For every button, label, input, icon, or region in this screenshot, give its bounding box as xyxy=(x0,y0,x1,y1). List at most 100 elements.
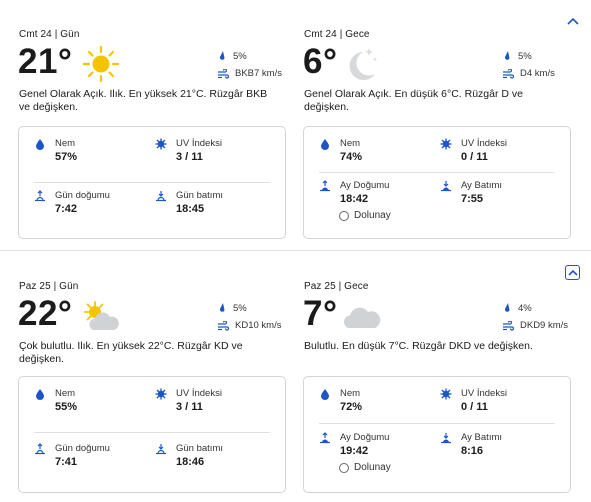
uv-value: 3 / 11 xyxy=(176,401,203,413)
precip-value: 5% xyxy=(233,302,247,314)
night-panel: Cmt 24 | Gece 6° 5% D4 km/s Genel Olarak… xyxy=(285,0,572,250)
details-card: Nem 55% UV İndeksi 3 / 11 Gün doğumu 7:4… xyxy=(18,376,286,493)
wind-value: D4 km/s xyxy=(520,68,555,79)
uv-icon xyxy=(155,388,167,400)
humidity-icon xyxy=(321,139,329,150)
details-card: Nem 72% UV İndeksi 0 / 11 Ay Doğumu 19:4… xyxy=(303,376,571,493)
precip-value: 5% xyxy=(518,50,532,62)
period-label: Paz 25 | Gün xyxy=(19,281,79,292)
moon-phase-icon xyxy=(339,462,349,473)
card-divider xyxy=(319,172,555,173)
night-panel: Paz 25 | Gece 7° 4% DKD9 km/s Bulutlu. E… xyxy=(285,251,572,502)
wind-icon xyxy=(503,320,514,331)
wind-value: BKB7 km/s xyxy=(235,68,282,79)
uv-label: UV İndeksi xyxy=(461,388,507,399)
precip-chance: 5% xyxy=(217,302,247,314)
humidity-label: Nem xyxy=(55,138,76,149)
uv-value: 3 / 11 xyxy=(176,151,203,163)
temperature: 7° xyxy=(303,294,338,333)
moonrise-icon xyxy=(320,432,330,444)
sunrise-icon xyxy=(35,443,45,455)
forecast-description: Genel Olarak Açık. En düşük 6°C. Rüzgâr … xyxy=(304,88,523,113)
card-divider xyxy=(319,423,555,424)
moon-phase-icon xyxy=(339,210,349,221)
sunset-icon xyxy=(156,444,166,455)
temperature: 6° xyxy=(303,42,338,81)
day-panel: Cmt 24 | Gün 21° 5% BKB7 km/s Genel Olar… xyxy=(0,0,287,250)
wind-value: KD10 km/s xyxy=(235,320,282,331)
forecast-description: Genel Olarak Açık. Ilık. En yüksek 21°C.… xyxy=(19,88,268,113)
card-divider xyxy=(34,182,270,183)
uv-label: UV İndeksi xyxy=(176,138,222,149)
moonset-icon xyxy=(441,433,451,444)
wind-icon xyxy=(218,68,229,79)
sunset-label: Gün batımı xyxy=(176,190,223,201)
moon-phase-label: Dolunay xyxy=(354,210,391,221)
wind: DKD9 km/s xyxy=(502,320,568,331)
forecast-description: Çok bulutlu. Ilık. En yüksek 22°C. Rüzgâ… xyxy=(19,340,243,365)
uv-label: UV İndeksi xyxy=(176,388,222,399)
forecast-description: Bulutlu. En düşük 7°C. Rüzgâr DKD ve değ… xyxy=(304,340,533,352)
temperature: 21° xyxy=(18,42,73,81)
uv-value: 0 / 11 xyxy=(461,151,488,163)
sunrise-icon xyxy=(35,190,45,202)
moonset-label: Ay Batımı xyxy=(461,180,503,191)
card-divider xyxy=(34,432,270,433)
humidity-label: Nem xyxy=(340,388,361,399)
moonset-value: 7:55 xyxy=(461,193,484,205)
precip-value: 5% xyxy=(233,50,247,62)
raindrop-icon xyxy=(219,303,225,312)
cloud-icon xyxy=(343,307,381,328)
wind: BKB7 km/s xyxy=(217,68,282,79)
sunset-icon xyxy=(156,191,166,202)
precip-value: 4% xyxy=(518,302,532,314)
uv-icon xyxy=(440,388,452,400)
humidity-value: 57% xyxy=(55,151,78,163)
moonrise-label: Ay Doğumu xyxy=(340,180,390,191)
partly-cloudy-icon xyxy=(84,301,119,330)
moon-phase: Dolunay xyxy=(339,210,391,221)
humidity-value: 55% xyxy=(55,401,78,413)
details-card: Nem 57% UV İndeksi 3 / 11 Gün doğumu 7:4… xyxy=(18,126,286,239)
moonset-value: 8:16 xyxy=(461,445,484,457)
wind: D4 km/s xyxy=(502,68,555,79)
sunset-value: 18:46 xyxy=(176,456,205,468)
humidity-label: Nem xyxy=(340,138,361,149)
details-card: Nem 74% UV İndeksi 0 / 11 Ay Doğumu 18:4… xyxy=(303,126,571,239)
humidity-value: 72% xyxy=(340,401,363,413)
period-label: Paz 25 | Gece xyxy=(304,281,369,292)
sun-icon xyxy=(82,45,120,83)
moonrise-value: 19:42 xyxy=(340,445,369,457)
sunrise-label: Gün doğumu xyxy=(55,443,110,454)
humidity-label: Nem xyxy=(55,388,76,399)
forecast-day-sunday: Paz 25 | Gün 22° 5% KD10 km/s Çok bulutl… xyxy=(0,251,591,502)
humidity-value: 74% xyxy=(340,151,363,163)
humidity-icon xyxy=(36,389,44,400)
sunrise-value: 7:41 xyxy=(55,456,78,468)
forecast-day-saturday: Cmt 24 | Gün 21° 5% BKB7 km/s Genel Olar… xyxy=(0,0,591,250)
uv-icon xyxy=(440,138,452,150)
wind-icon xyxy=(218,320,229,331)
raindrop-icon xyxy=(504,51,510,60)
sunset-label: Gün batımı xyxy=(176,443,223,454)
sunrise-label: Gün doğumu xyxy=(55,190,110,201)
moonset-icon xyxy=(441,181,451,192)
raindrop-icon xyxy=(504,303,510,312)
precip-chance: 5% xyxy=(217,50,247,62)
sunset-value: 18:45 xyxy=(176,203,205,215)
uv-label: UV İndeksi xyxy=(461,138,507,149)
moon-phase-label: Dolunay xyxy=(354,462,391,473)
moonset-label: Ay Batımı xyxy=(461,432,503,443)
moonrise-label: Ay Doğumu xyxy=(340,432,390,443)
moon-phase: Dolunay xyxy=(339,462,391,473)
raindrop-icon xyxy=(219,51,225,60)
temperature: 22° xyxy=(18,294,73,333)
moon-stars-icon xyxy=(349,48,378,80)
precip-chance: 5% xyxy=(502,50,532,62)
moonrise-value: 18:42 xyxy=(340,193,369,205)
wind-value: DKD9 km/s xyxy=(520,320,569,331)
moonrise-icon xyxy=(320,180,330,192)
uv-icon xyxy=(155,138,167,150)
humidity-icon xyxy=(321,389,329,400)
uv-value: 0 / 11 xyxy=(461,401,488,413)
